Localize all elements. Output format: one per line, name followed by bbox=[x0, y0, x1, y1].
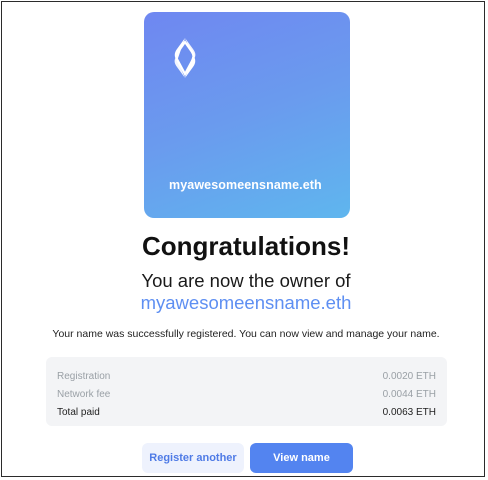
total-label: Total paid bbox=[57, 406, 100, 418]
fee-row-total: Total paid 0.0063 ETH bbox=[57, 403, 436, 421]
action-buttons: Register another View name bbox=[2, 443, 488, 473]
total-value: 0.0063 ETH bbox=[382, 406, 436, 418]
fee-label: Registration bbox=[57, 370, 111, 382]
page-title: Congratulations! bbox=[142, 231, 350, 261]
registered-name: myawesomeensname.eth bbox=[140, 292, 352, 313]
fee-row-network: Network fee 0.0044 ETH bbox=[57, 385, 436, 403]
fee-summary: Registration 0.0020 ETH Network fee 0.00… bbox=[46, 357, 447, 426]
fee-value: 0.0020 ETH bbox=[382, 370, 436, 382]
card-ens-name: myawesomeensname.eth bbox=[169, 178, 322, 192]
view-name-button[interactable]: View name bbox=[250, 443, 353, 473]
register-another-button[interactable]: Register another bbox=[142, 443, 244, 473]
ens-logo-icon bbox=[174, 38, 196, 78]
fee-label: Network fee bbox=[57, 388, 111, 400]
ens-name-card: myawesomeensname.eth bbox=[144, 12, 350, 218]
registration-complete-panel: myawesomeensname.eth Congratulations! Yo… bbox=[1, 1, 485, 477]
fee-row-registration: Registration 0.0020 ETH bbox=[57, 367, 436, 385]
success-message: Your name was successfully registered. Y… bbox=[52, 328, 440, 340]
owner-subtitle: You are now the owner of bbox=[141, 270, 351, 291]
fee-value: 0.0044 ETH bbox=[382, 388, 436, 400]
